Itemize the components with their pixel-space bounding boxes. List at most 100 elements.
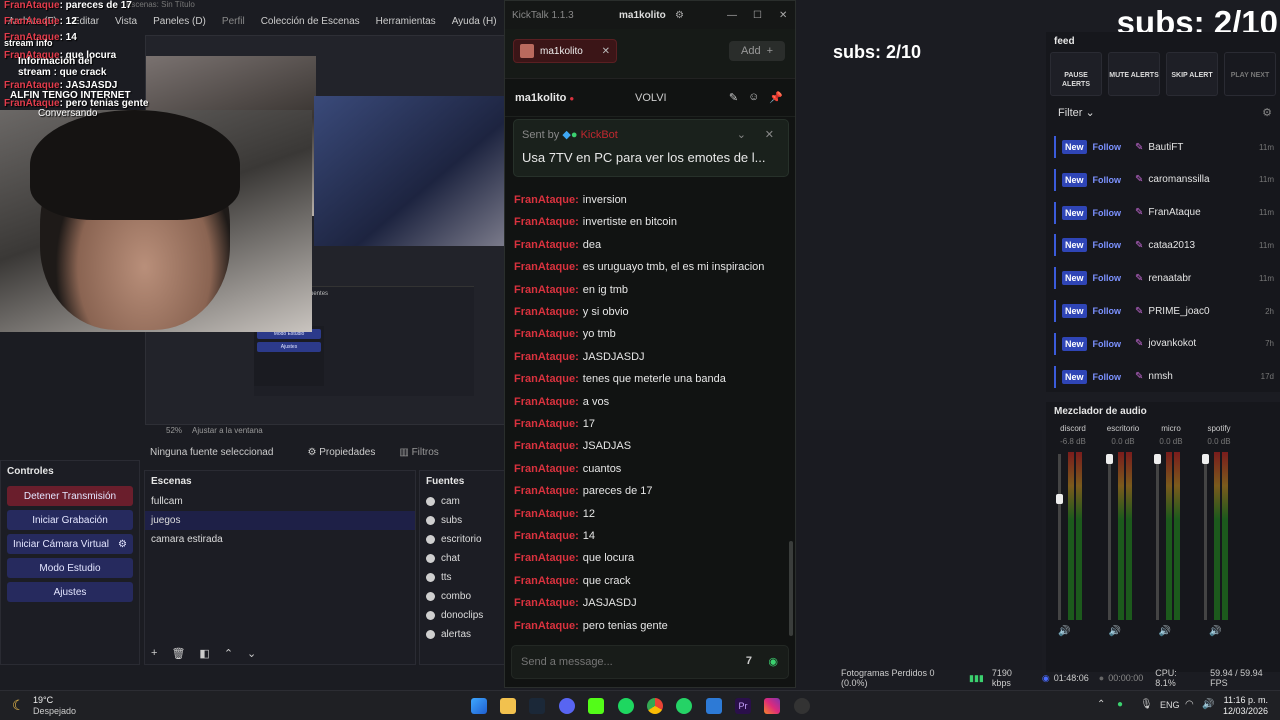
- chat-username[interactable]: FranAtaque:: [514, 373, 579, 385]
- chat-message[interactable]: FranAtaque: JASJASDJ: [514, 597, 637, 609]
- chat-message[interactable]: FranAtaque: a vos: [514, 396, 609, 408]
- filter-dropdown[interactable]: Filter ⌄: [1058, 106, 1095, 119]
- add-channel-button[interactable]: Add +: [729, 41, 785, 61]
- chat-username[interactable]: FranAtaque:: [514, 306, 579, 318]
- menu-view[interactable]: Vista: [113, 14, 139, 32]
- volume-fader[interactable]: [1156, 454, 1159, 620]
- chat-message[interactable]: FranAtaque: que locura: [514, 552, 634, 564]
- chat-message[interactable]: FranAtaque: tenes que meterle una banda: [514, 373, 726, 385]
- feed-item[interactable]: New Follow ✎ BautiFT 11m: [1054, 136, 1280, 158]
- feed-item[interactable]: New Follow ✎ nmsh 17d: [1054, 365, 1280, 388]
- chat-username[interactable]: FranAtaque:: [514, 530, 579, 542]
- chat-username[interactable]: FranAtaque:: [514, 194, 579, 206]
- gear-icon[interactable]: ⚙: [118, 539, 127, 550]
- clock-time[interactable]: 11:16 p. m.: [1224, 695, 1268, 705]
- tray-status-icon[interactable]: ●: [1117, 699, 1123, 710]
- tray-chevron-icon[interactable]: ⌃: [1097, 699, 1105, 710]
- speaker-icon[interactable]: 🔊: [1159, 626, 1171, 637]
- chat-username[interactable]: FranAtaque:: [514, 575, 579, 587]
- minimize-icon[interactable]: —: [727, 10, 737, 21]
- trash-icon[interactable]: 🗑: [171, 647, 185, 660]
- chat-username[interactable]: FranAtaque:: [514, 552, 579, 564]
- close-icon[interactable]: ✕: [779, 10, 787, 21]
- fader-knob[interactable]: [1106, 454, 1113, 464]
- chat-username[interactable]: FranAtaque:: [514, 463, 579, 475]
- chat-username[interactable]: FranAtaque:: [514, 284, 579, 296]
- speaker-icon[interactable]: 🔊: [1058, 626, 1070, 637]
- instagram-icon[interactable]: [764, 698, 780, 714]
- kicktalk-icon[interactable]: [588, 698, 604, 714]
- tab-ma1kolito[interactable]: ma1kolito ✕: [513, 39, 617, 63]
- chat-message[interactable]: FranAtaque: 17: [514, 418, 595, 430]
- chat-username[interactable]: FranAtaque:: [514, 261, 579, 273]
- chat-username[interactable]: FranAtaque:: [514, 328, 579, 340]
- scene-item[interactable]: camara estirada: [145, 530, 415, 549]
- chrome-icon[interactable]: [647, 698, 663, 714]
- feed-item[interactable]: New Follow ✎ PRIME_joac0 2h: [1054, 300, 1280, 322]
- source-item[interactable]: combo: [420, 587, 504, 606]
- app-icon[interactable]: [706, 698, 722, 714]
- chat-message[interactable]: FranAtaque: yo tmb: [514, 328, 616, 340]
- volume-icon[interactable]: 🔊: [1202, 699, 1214, 710]
- language-indicator[interactable]: ENG: [1160, 700, 1180, 710]
- clock-date[interactable]: 12/03/2026: [1223, 706, 1268, 716]
- source-item[interactable]: escritorio: [420, 530, 504, 549]
- chat-message[interactable]: FranAtaque: 14: [514, 530, 595, 542]
- chat-message[interactable]: FranAtaque: pareces de 17: [514, 485, 653, 497]
- source-item[interactable]: subs: [420, 511, 504, 530]
- mute-alerts-button[interactable]: MUTE ALERTS: [1108, 52, 1160, 96]
- chat-message[interactable]: FranAtaque: cuantos: [514, 463, 621, 475]
- menu-help[interactable]: Ayuda (H): [450, 14, 499, 32]
- settings-button[interactable]: Ajustes: [7, 582, 133, 602]
- discord-icon[interactable]: [559, 698, 575, 714]
- source-item[interactable]: alertas: [420, 625, 504, 644]
- start-virtual-camera-button[interactable]: Iniciar Cámara Virtual ⚙: [7, 534, 133, 554]
- fader-knob[interactable]: [1202, 454, 1209, 464]
- arrow-up-icon[interactable]: ⌃: [224, 647, 233, 660]
- chat-username[interactable]: FranAtaque:: [514, 620, 579, 632]
- source-item[interactable]: chat: [420, 549, 504, 568]
- gear-icon[interactable]: ⚙: [675, 10, 684, 21]
- chat-message[interactable]: FranAtaque: inversion: [514, 194, 627, 206]
- zoom-fit[interactable]: Ajustar a la ventana: [192, 426, 263, 435]
- chat-username[interactable]: FranAtaque:: [514, 440, 579, 452]
- mic-icon[interactable]: 🎙: [1140, 699, 1153, 710]
- chat-username[interactable]: FranAtaque:: [514, 597, 579, 609]
- chat-username[interactable]: FranAtaque:: [514, 351, 579, 363]
- pause-alerts-button[interactable]: PAUSE ALERTS: [1050, 52, 1102, 96]
- source-item[interactable]: cam: [420, 492, 504, 511]
- chat-username[interactable]: FranAtaque:: [514, 396, 579, 408]
- source-item[interactable]: tts: [420, 568, 504, 587]
- chat-username[interactable]: FranAtaque:: [514, 418, 579, 430]
- spotify-icon[interactable]: [618, 698, 634, 714]
- emote-icon[interactable]: ◉: [768, 655, 778, 668]
- source-item[interactable]: donoclips: [420, 606, 504, 625]
- menu-profile[interactable]: Perfil: [220, 14, 247, 32]
- studio-mode-button[interactable]: Modo Estudio: [7, 558, 133, 578]
- weather-temp[interactable]: 19°C: [33, 695, 53, 705]
- 7tv-icon[interactable]: 7: [746, 655, 752, 667]
- premiere-icon[interactable]: Pr: [735, 698, 751, 714]
- add-icon[interactable]: +: [151, 647, 157, 660]
- volume-fader[interactable]: [1204, 454, 1207, 620]
- volume-fader[interactable]: [1058, 454, 1061, 620]
- fader-knob[interactable]: [1056, 494, 1063, 504]
- maximize-icon[interactable]: ☐: [753, 10, 762, 21]
- folder-icon[interactable]: [500, 698, 516, 714]
- user-icon[interactable]: ☺: [748, 91, 759, 104]
- stop-stream-button[interactable]: Detener Transmisión: [7, 486, 133, 506]
- wifi-icon[interactable]: ◠: [1185, 699, 1194, 710]
- speaker-icon[interactable]: 🔊: [1209, 626, 1221, 637]
- obs-icon[interactable]: [794, 698, 810, 714]
- pin-icon[interactable]: 📌: [769, 91, 783, 104]
- scene-item[interactable]: fullcam: [145, 492, 415, 511]
- feed-item[interactable]: New Follow ✎ caromanssilla 11m: [1054, 168, 1280, 191]
- scene-item[interactable]: juegos: [145, 511, 415, 530]
- speaker-icon[interactable]: 🔊: [1108, 626, 1120, 637]
- feed-item[interactable]: New Follow ✎ cataa2013 11m: [1054, 234, 1280, 257]
- chevron-down-icon[interactable]: ⌄: [737, 128, 746, 141]
- weather-desc[interactable]: Despejado: [33, 706, 76, 716]
- volume-fader[interactable]: [1108, 454, 1111, 620]
- chat-message[interactable]: FranAtaque: pero tenias gente: [514, 620, 668, 632]
- message-input[interactable]: [512, 646, 712, 678]
